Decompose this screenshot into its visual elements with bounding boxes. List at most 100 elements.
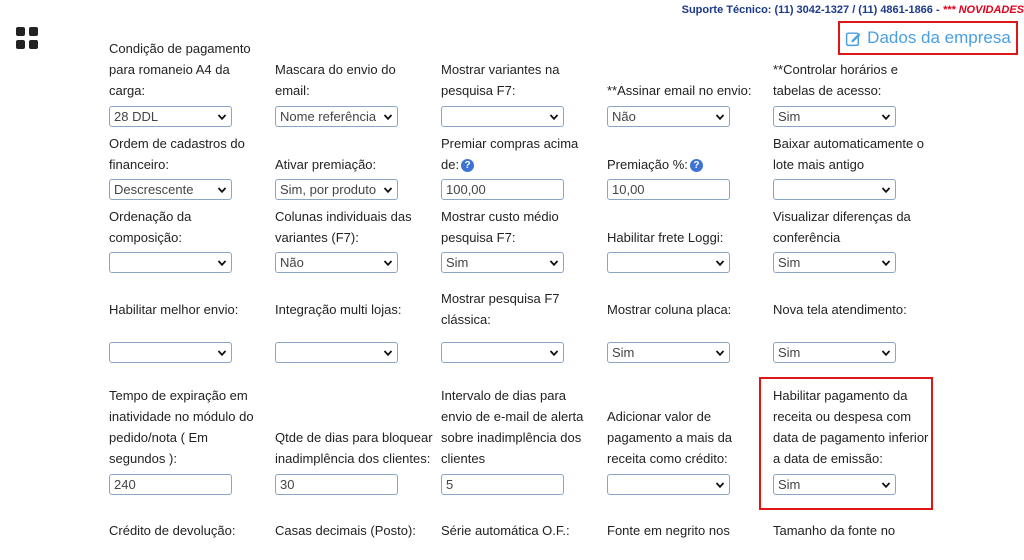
- setting-label: Habilitar frete Loggi:: [607, 227, 765, 248]
- chevron-down-icon: [549, 349, 559, 356]
- setting-label-text: Mostrar coluna placa:: [607, 301, 732, 317]
- setting-label: Habilitar melhor envio:: [109, 299, 267, 320]
- setting-label: Integração multi lojas:: [275, 299, 433, 320]
- setting-value: Nome referência: [280, 109, 377, 124]
- setting-select[interactable]: Sim: [773, 252, 896, 273]
- setting-label-text: Colunas individuais das variantes (F7):: [275, 209, 412, 245]
- chevron-down-icon: [715, 259, 725, 266]
- setting-select[interactable]: 28 DDL: [109, 106, 232, 127]
- setting-label: Crédito de devolução:: [109, 520, 267, 541]
- setting-label: Premiar compras acima de:?: [441, 133, 599, 175]
- setting-select[interactable]: Sim: [441, 252, 564, 273]
- chevron-down-icon: [881, 259, 891, 266]
- chevron-down-icon: [383, 186, 393, 193]
- setting-input[interactable]: 5: [441, 474, 564, 495]
- setting-input[interactable]: 240: [109, 474, 232, 495]
- setting-label: Adicionar valor de pagamento a mais da r…: [607, 406, 765, 469]
- chevron-down-icon: [217, 113, 227, 120]
- setting-select[interactable]: Não: [607, 106, 730, 127]
- setting-label: **Controlar horários e tabelas de acesso…: [773, 59, 931, 101]
- setting-label-text: Qtde de dias para bloquear inadimplência…: [275, 430, 433, 466]
- chevron-down-icon: [383, 259, 393, 266]
- setting-label: Condição de pagamento para romaneio A4 d…: [109, 38, 267, 101]
- setting-label: Ativar premiação:: [275, 154, 433, 175]
- setting-select[interactable]: [441, 342, 564, 363]
- setting-label: Ordenação da composição:: [109, 206, 267, 248]
- setting-select[interactable]: Sim: [607, 342, 730, 363]
- setting-label-text: Intervalo de dias para envio de e-mail d…: [441, 388, 584, 466]
- setting-label: Baixar automaticamente o lote mais antig…: [773, 133, 931, 175]
- setting-label: Série automática O.F.:: [441, 520, 599, 541]
- setting-select[interactable]: Nome referência: [275, 106, 398, 127]
- help-icon[interactable]: ?: [689, 159, 703, 173]
- setting-label-text: **Assinar email no envio:: [607, 83, 752, 98]
- setting-select[interactable]: [607, 474, 730, 495]
- setting-value: 240: [114, 477, 136, 492]
- setting-value: Descrescente: [114, 182, 194, 197]
- setting-label: Qtde de dias para bloquear inadimplência…: [275, 427, 433, 469]
- settings-form: Condição de pagamento para romaneio A4 d…: [0, 37, 1024, 542]
- chevron-down-icon: [715, 481, 725, 488]
- setting-input[interactable]: 100,00: [441, 179, 564, 200]
- chevron-down-icon: [217, 349, 227, 356]
- setting-select[interactable]: Sim: [773, 342, 896, 363]
- novidades-link[interactable]: *** NOVIDADES: [943, 4, 1024, 16]
- setting-select[interactable]: Não: [275, 252, 398, 273]
- setting-label: Nova tela atendimento:: [773, 299, 931, 320]
- help-icon[interactable]: ?: [461, 159, 475, 173]
- setting-select[interactable]: Sim: [773, 106, 896, 127]
- chevron-down-icon: [549, 113, 559, 120]
- setting-value: Sim: [778, 345, 801, 360]
- chevron-down-icon: [549, 259, 559, 266]
- setting-label-text: Série automática O.F.:: [441, 523, 570, 538]
- setting-select[interactable]: Sim, por produto: [275, 179, 398, 200]
- setting-value: 30: [280, 477, 295, 492]
- setting-value: Sim: [612, 345, 635, 360]
- setting-label: Tempo de expiração em inatividade no mód…: [109, 385, 267, 469]
- setting-value: Sim, por produto: [280, 182, 377, 197]
- setting-select[interactable]: Descrescente: [109, 179, 232, 200]
- setting-label: Intervalo de dias para envio de e-mail d…: [441, 385, 599, 469]
- setting-value: 28 DDL: [114, 109, 159, 124]
- chevron-down-icon: [881, 186, 891, 193]
- setting-label: Mostrar custo médio pesquisa F7:: [441, 206, 599, 248]
- chevron-down-icon: [881, 481, 891, 488]
- setting-label: Fonte em negrito nos: [607, 520, 765, 541]
- chevron-down-icon: [715, 349, 725, 356]
- setting-value: 100,00: [446, 182, 486, 197]
- setting-label-text: Mascara do envio do email:: [275, 62, 396, 98]
- setting-label-text: **Controlar horários e tabelas de acesso…: [773, 62, 899, 98]
- setting-label: Mostrar variantes na pesquisa F7:: [441, 59, 599, 101]
- setting-input[interactable]: 10,00: [607, 179, 730, 200]
- support-text: Suporte Técnico: (11) 3042-1327 / (11) 4…: [681, 4, 943, 16]
- setting-label-text: Crédito de devolução:: [109, 523, 236, 538]
- setting-label-text: Mostrar pesquisa F7 clássica:: [441, 291, 560, 327]
- setting-select[interactable]: [275, 342, 398, 363]
- setting-select[interactable]: [607, 252, 730, 273]
- setting-label-text: Fonte em negrito nos: [607, 523, 730, 538]
- setting-select[interactable]: Sim: [773, 474, 896, 495]
- setting-label: **Assinar email no envio:: [607, 80, 765, 101]
- setting-label-text: Tamanho da fonte no: [773, 523, 896, 538]
- setting-label-text: Premiação %:: [607, 157, 688, 172]
- setting-label: Premiação %:?: [607, 154, 765, 175]
- setting-label-text: Nova tela atendimento:: [773, 301, 907, 317]
- setting-input[interactable]: 30: [275, 474, 398, 495]
- setting-label: Casas decimais (Posto):: [275, 520, 433, 541]
- setting-value: 5: [446, 477, 454, 492]
- setting-value: Sim: [778, 477, 801, 492]
- setting-select[interactable]: [109, 342, 232, 363]
- setting-select[interactable]: [441, 106, 564, 127]
- setting-select[interactable]: [109, 252, 232, 273]
- setting-label-text: Mostrar variantes na pesquisa F7:: [441, 62, 560, 98]
- setting-label: Mostrar pesquisa F7 clássica:: [441, 288, 599, 330]
- setting-label: Ordem de cadastros do financeiro:: [109, 133, 267, 175]
- setting-label-text: Visualizar diferenças da conferência: [773, 209, 911, 245]
- chevron-down-icon: [217, 259, 227, 266]
- setting-label-text: Adicionar valor de pagamento a mais da r…: [607, 409, 733, 466]
- setting-select[interactable]: [773, 179, 896, 200]
- support-bar: Suporte Técnico: (11) 3042-1327 / (11) 4…: [364, 4, 1024, 16]
- setting-label: Colunas individuais das variantes (F7):: [275, 206, 433, 248]
- chevron-down-icon: [383, 349, 393, 356]
- setting-label-text: Condição de pagamento para romaneio A4 d…: [109, 41, 251, 98]
